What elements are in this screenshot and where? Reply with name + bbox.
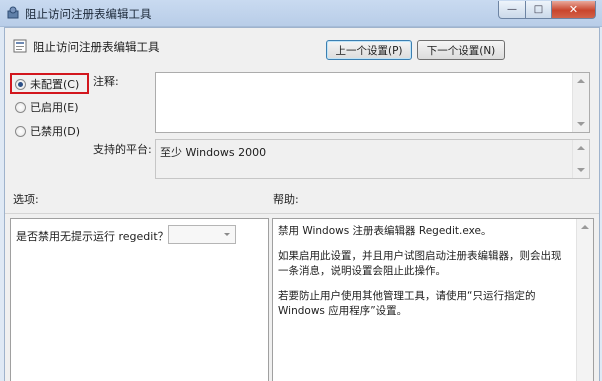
- radio-not-configured[interactable]: 未配置(C): [15, 76, 79, 92]
- comment-label: 注释:: [93, 75, 119, 88]
- policy-title: 阻止访问注册表编辑工具: [33, 40, 160, 54]
- section-divider: [5, 213, 599, 214]
- policy-setting-icon: [13, 39, 27, 53]
- platform-value: 至少 Windows 2000: [160, 146, 267, 159]
- maximize-icon: □: [533, 4, 544, 15]
- comment-scrollbar[interactable]: [572, 73, 589, 132]
- close-button[interactable]: ✕: [552, 1, 596, 19]
- radio-button[interactable]: [15, 101, 26, 113]
- radio-button[interactable]: [15, 125, 26, 137]
- platform-scrollbar[interactable]: [572, 140, 589, 178]
- title-bar[interactable]: 阻止访问注册表编辑工具 — □ ✕: [0, 0, 602, 27]
- window-title: 阻止访问注册表编辑工具: [25, 7, 152, 21]
- radio-label: 未配置(C): [30, 78, 80, 91]
- help-label: 帮助:: [273, 193, 299, 206]
- next-setting-button[interactable]: 下一个设置(N): [417, 40, 505, 60]
- scroll-down-icon[interactable]: [577, 122, 585, 126]
- scroll-up-icon[interactable]: [577, 146, 585, 150]
- close-icon: ✕: [568, 3, 579, 16]
- chevron-down-icon[interactable]: [224, 233, 230, 236]
- maximize-button[interactable]: □: [526, 1, 552, 19]
- minimize-icon: —: [507, 4, 517, 15]
- options-question: 是否禁用无提示运行 regedit？: [16, 230, 169, 243]
- scroll-up-icon[interactable]: [577, 79, 585, 83]
- platform-field: 至少 Windows 2000: [155, 139, 590, 179]
- help-paragraph: 若要防止用户使用其他管理工具，请使用“只运行指定的 Windows 应用程序”设…: [278, 290, 536, 317]
- disable-silent-regedit-combobox[interactable]: [168, 225, 236, 244]
- help-paragraph: 禁用 Windows 注册表编辑器 Regedit.exe。: [278, 225, 492, 237]
- platform-label: 支持的平台:: [93, 143, 152, 156]
- help-text: 禁用 Windows 注册表编辑器 Regedit.exe。 如果启用此设置，并…: [278, 224, 568, 329]
- options-label: 选项:: [13, 193, 39, 206]
- radio-button-checked[interactable]: [15, 78, 26, 90]
- help-paragraph: 如果启用此设置，并且用户试图启动注册表编辑器，则会出现一条消息，说明设置会阻止此…: [278, 250, 562, 277]
- radio-disabled[interactable]: 已禁用(D): [15, 123, 80, 139]
- help-panel: 禁用 Windows 注册表编辑器 Regedit.exe。 如果启用此设置，并…: [272, 218, 594, 381]
- scroll-up-icon[interactable]: [581, 225, 589, 229]
- radio-enabled[interactable]: 已启用(E): [15, 99, 79, 115]
- minimize-button[interactable]: —: [498, 1, 526, 19]
- dialog-client-area: 阻止访问注册表编辑工具 上一个设置(P) 下一个设置(N) 未配置(C) 已启用…: [4, 27, 600, 381]
- previous-setting-button[interactable]: 上一个设置(P): [326, 40, 412, 60]
- policy-window-icon: [7, 6, 19, 19]
- help-scrollbar[interactable]: [576, 219, 593, 381]
- comment-textarea[interactable]: [155, 72, 590, 133]
- window-controls: — □ ✕: [498, 1, 596, 19]
- scroll-down-icon[interactable]: [577, 168, 585, 172]
- radio-label: 已启用(E): [30, 101, 79, 114]
- radio-label: 已禁用(D): [30, 125, 81, 138]
